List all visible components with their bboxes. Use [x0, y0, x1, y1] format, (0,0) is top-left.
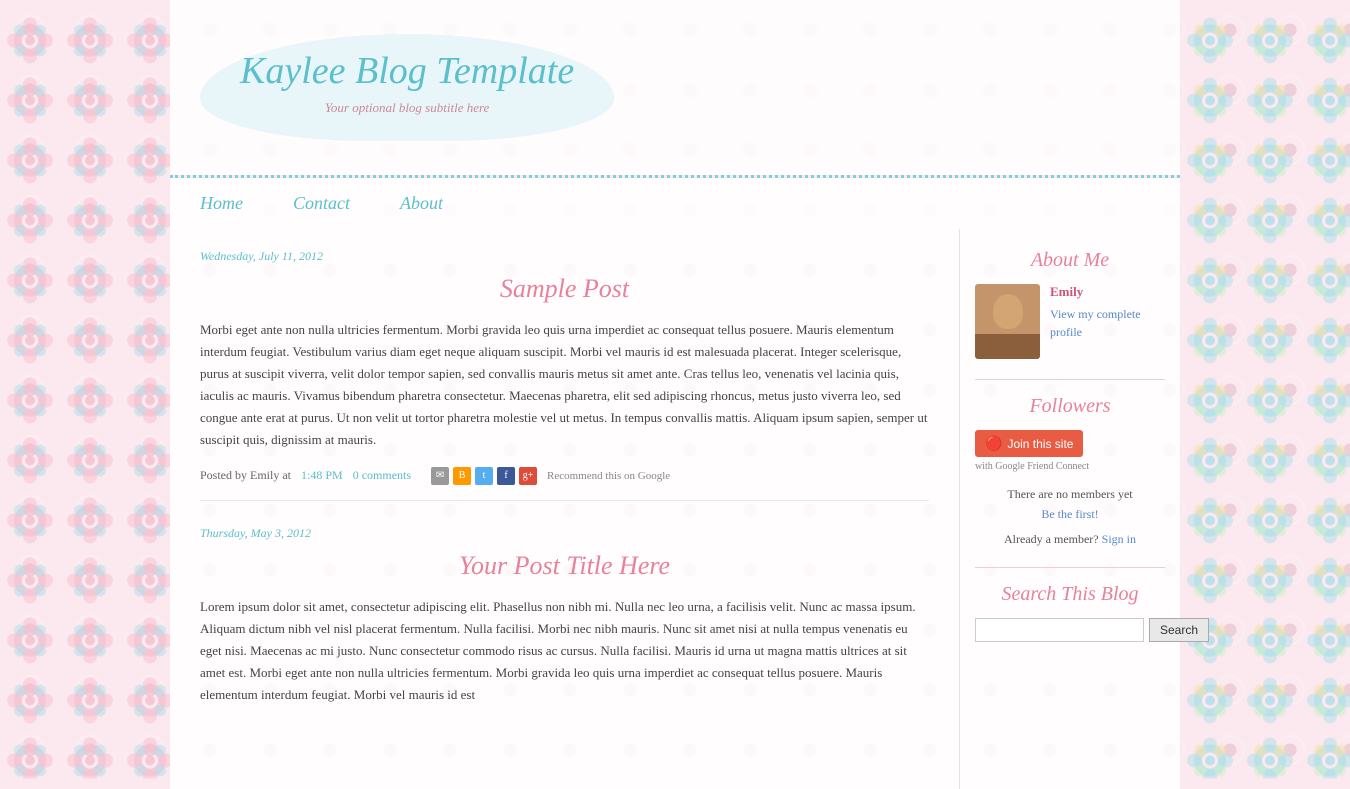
share-blog-icon[interactable]: B — [453, 467, 471, 485]
avatar — [975, 284, 1040, 359]
about-me-info: Emily View my complete profile — [1050, 284, 1165, 341]
post-1-share-icons: ✉ B t f g+ — [431, 467, 537, 485]
right-decorative-sidebar — [1180, 0, 1350, 789]
already-member-text: Already a member? Sign in — [975, 532, 1165, 547]
search-button[interactable]: Search — [1149, 618, 1209, 642]
header: Kaylee Blog Template Your optional blog … — [170, 0, 1180, 175]
post-1-footer: Posted by Emily at 1:48 PM 0 comments ✉ … — [200, 467, 929, 501]
post-1-comments[interactable]: 0 comments — [353, 468, 411, 483]
share-gplus-icon[interactable]: g+ — [519, 467, 537, 485]
page-wrapper: Kaylee Blog Template Your optional blog … — [0, 0, 1350, 789]
post-1-time[interactable]: 1:48 PM — [301, 468, 343, 483]
post-2-date: Thursday, May 3, 2012 — [200, 526, 929, 541]
sidebar-divider-2 — [975, 567, 1165, 568]
sign-in-link[interactable]: Sign in — [1102, 532, 1136, 546]
post-1-date: Wednesday, July 11, 2012 — [200, 249, 929, 264]
nav-bar: Home Contact About — [170, 178, 1180, 229]
google-friend-text: with Google Friend Connect — [975, 461, 1165, 472]
search-input-row: Search — [975, 618, 1165, 642]
main-layout: Kaylee Blog Template Your optional blog … — [170, 0, 1180, 789]
share-email-icon[interactable]: ✉ — [431, 467, 449, 485]
view-profile-link[interactable]: View my complete profile — [1050, 307, 1141, 339]
join-icon: 🔴 — [985, 435, 1002, 452]
blog-subtitle: Your optional blog subtitle here — [240, 100, 574, 116]
blog-title: Kaylee Blog Template — [240, 49, 574, 95]
search-section: Search This Blog Search — [975, 583, 1165, 642]
about-me-content: Emily View my complete profile — [975, 284, 1165, 359]
post-1-author: Emily — [250, 468, 279, 482]
right-sidebar: About Me Emily View my complete profile … — [960, 229, 1180, 789]
followers-title: Followers — [975, 395, 1165, 418]
join-btn-label: Join this site — [1007, 437, 1073, 451]
share-facebook-icon[interactable]: f — [497, 467, 515, 485]
post-1-recommend: Recommend this on Google — [547, 470, 670, 482]
blog-post-2: Thursday, May 3, 2012 Your Post Title He… — [200, 526, 929, 706]
nav-home[interactable]: Home — [200, 193, 243, 214]
followers-section: Followers 🔴 Join this site with Google F… — [975, 395, 1165, 547]
post-1-body: Morbi eget ante non nulla ultricies ferm… — [200, 319, 929, 452]
about-me-title: About Me — [975, 249, 1165, 272]
blog-post-1: Wednesday, July 11, 2012 Sample Post Mor… — [200, 249, 929, 501]
join-site-button[interactable]: 🔴 Join this site — [975, 430, 1083, 457]
content-row: Wednesday, July 11, 2012 Sample Post Mor… — [170, 229, 1180, 789]
share-twitter-icon[interactable]: t — [475, 467, 493, 485]
post-1-author-text: Posted by Emily at — [200, 468, 291, 483]
sidebar-divider-1 — [975, 379, 1165, 380]
search-input[interactable] — [975, 618, 1144, 642]
about-me-section: About Me Emily View my complete profile — [975, 249, 1165, 359]
post-2-body: Lorem ipsum dolor sit amet, consectetur … — [200, 596, 929, 706]
search-title: Search This Blog — [975, 583, 1165, 606]
header-blob: Kaylee Blog Template Your optional blog … — [200, 34, 614, 141]
nav-contact[interactable]: Contact — [293, 193, 350, 214]
be-first-link[interactable]: Be the first! — [975, 507, 1165, 522]
nav-about[interactable]: About — [400, 193, 443, 214]
already-member-label: Already a member? — [1004, 532, 1099, 546]
post-1-title: Sample Post — [200, 274, 929, 304]
no-members-text: There are no members yet — [975, 487, 1165, 502]
post-2-title: Your Post Title Here — [200, 551, 929, 581]
left-decorative-sidebar — [0, 0, 170, 789]
about-me-name: Emily — [1050, 284, 1165, 300]
main-content: Wednesday, July 11, 2012 Sample Post Mor… — [170, 229, 960, 789]
